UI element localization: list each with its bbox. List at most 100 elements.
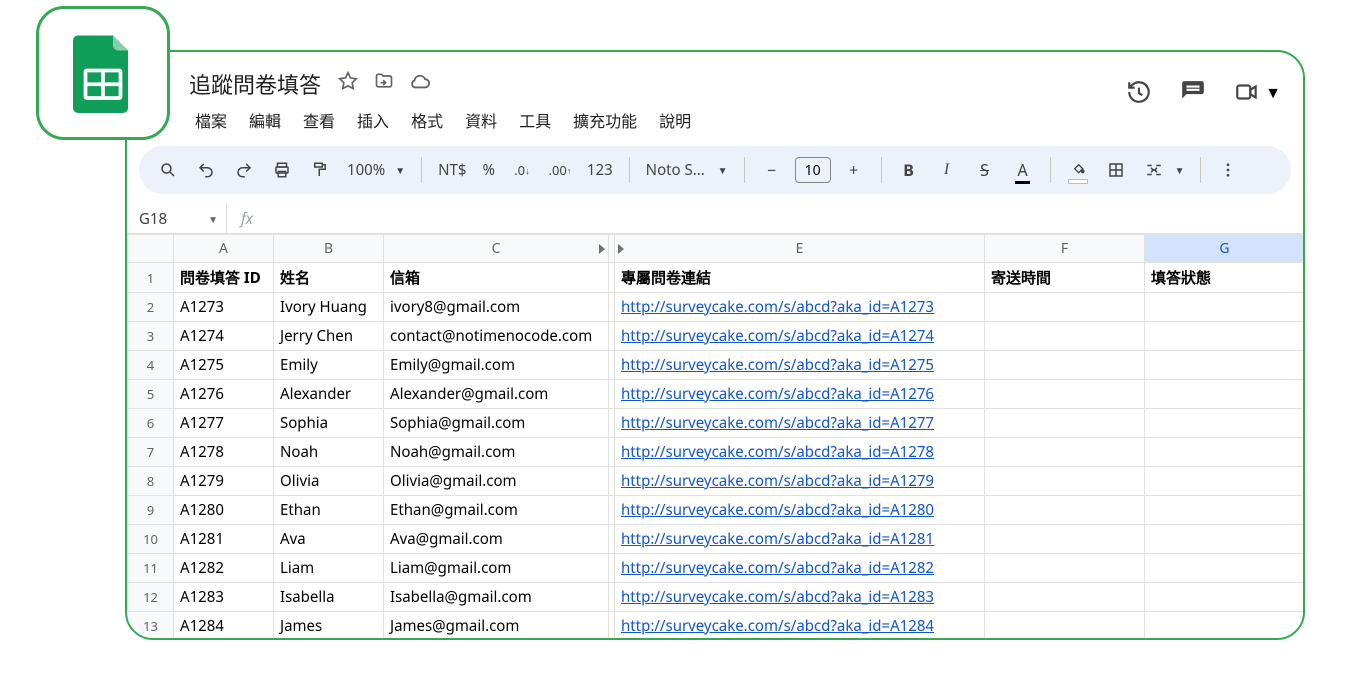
cell[interactable]: 專屬問卷連結 xyxy=(615,263,985,293)
row-header-4[interactable]: 4 xyxy=(128,351,174,380)
increase-font-size-button[interactable]: + xyxy=(839,155,869,185)
cell[interactable] xyxy=(985,380,1145,409)
meet-caret-icon[interactable]: ▼ xyxy=(1265,81,1281,103)
col-header-E[interactable]: E xyxy=(615,235,985,263)
cell[interactable]: A1279 xyxy=(174,467,274,496)
col-header-A[interactable]: A xyxy=(174,235,274,263)
menu-4[interactable]: 格式 xyxy=(401,104,453,136)
cell[interactable]: Alexander xyxy=(274,380,384,409)
cell[interactable]: Liam@gmail.com xyxy=(384,554,609,583)
cell[interactable]: http://surveycake.com/s/abcd?aka_id=A127… xyxy=(615,293,985,322)
cell[interactable] xyxy=(1145,467,1305,496)
cell[interactable] xyxy=(985,322,1145,351)
menu-5[interactable]: 資料 xyxy=(455,104,507,136)
strikethrough-button[interactable]: S xyxy=(970,155,1000,185)
formula-input[interactable] xyxy=(267,204,1291,233)
cell[interactable]: http://surveycake.com/s/abcd?aka_id=A127… xyxy=(615,322,985,351)
cell[interactable]: Alexander@gmail.com xyxy=(384,380,609,409)
cell[interactable]: Noah@gmail.com xyxy=(384,438,609,467)
cell[interactable]: James@gmail.com xyxy=(384,612,609,641)
cell[interactable] xyxy=(985,467,1145,496)
cell[interactable] xyxy=(985,438,1145,467)
survey-link[interactable]: http://surveycake.com/s/abcd?aka_id=A128… xyxy=(621,616,934,636)
col-header-F[interactable]: F xyxy=(985,235,1145,263)
row-header-12[interactable]: 12 xyxy=(128,583,174,612)
cell[interactable] xyxy=(1145,409,1305,438)
cell[interactable] xyxy=(1145,554,1305,583)
cell[interactable]: Ethan xyxy=(274,496,384,525)
name-box-caret-icon[interactable]: ▼ xyxy=(208,212,218,226)
row-header-2[interactable]: 2 xyxy=(128,293,174,322)
merge-caret-icon[interactable]: ▼ xyxy=(1175,163,1185,177)
cell[interactable]: http://surveycake.com/s/abcd?aka_id=A128… xyxy=(615,583,985,612)
cell[interactable] xyxy=(985,351,1145,380)
row-header-1[interactable]: 1 xyxy=(128,263,174,293)
name-box[interactable]: G18 ▼ xyxy=(127,204,227,233)
select-all-corner[interactable] xyxy=(128,235,174,263)
row-header-6[interactable]: 6 xyxy=(128,409,174,438)
cell[interactable]: Ethan@gmail.com xyxy=(384,496,609,525)
more-toolbar-icon[interactable] xyxy=(1213,155,1243,185)
cell[interactable]: Sophia xyxy=(274,409,384,438)
cell[interactable]: Ava xyxy=(274,525,384,554)
survey-link[interactable]: http://surveycake.com/s/abcd?aka_id=A128… xyxy=(621,529,934,549)
cell[interactable]: James xyxy=(274,612,384,641)
menu-3[interactable]: 插入 xyxy=(347,104,399,136)
decrease-decimal-icon[interactable]: .0↓ xyxy=(507,155,537,185)
cell[interactable] xyxy=(1145,322,1305,351)
menu-6[interactable]: 工具 xyxy=(509,104,561,136)
cell[interactable]: Jerry Chen xyxy=(274,322,384,351)
cell[interactable]: A1275 xyxy=(174,351,274,380)
col-header-B[interactable]: B xyxy=(274,235,384,263)
cell[interactable]: http://surveycake.com/s/abcd?aka_id=A127… xyxy=(615,467,985,496)
cell[interactable]: A1273 xyxy=(174,293,274,322)
merge-cells-button[interactable] xyxy=(1139,155,1169,185)
cell[interactable]: 姓名 xyxy=(274,263,384,293)
survey-link[interactable]: http://surveycake.com/s/abcd?aka_id=A128… xyxy=(621,558,934,578)
survey-link[interactable]: http://surveycake.com/s/abcd?aka_id=A127… xyxy=(621,442,934,462)
meet-icon[interactable] xyxy=(1233,78,1261,106)
cell[interactable]: http://surveycake.com/s/abcd?aka_id=A127… xyxy=(615,380,985,409)
row-header-7[interactable]: 7 xyxy=(128,438,174,467)
cell[interactable] xyxy=(1145,525,1305,554)
cell[interactable]: http://surveycake.com/s/abcd?aka_id=A127… xyxy=(615,438,985,467)
cell[interactable]: Ava@gmail.com xyxy=(384,525,609,554)
cell[interactable]: A1281 xyxy=(174,525,274,554)
fill-color-button[interactable] xyxy=(1063,155,1093,185)
cell[interactable]: Sophia@gmail.com xyxy=(384,409,609,438)
text-color-button[interactable]: A xyxy=(1008,155,1038,185)
cell[interactable] xyxy=(1145,583,1305,612)
cell[interactable] xyxy=(985,612,1145,641)
row-header-3[interactable]: 3 xyxy=(128,322,174,351)
survey-link[interactable]: http://surveycake.com/s/abcd?aka_id=A128… xyxy=(621,500,934,520)
cell[interactable] xyxy=(985,496,1145,525)
cell[interactable] xyxy=(985,554,1145,583)
survey-link[interactable]: http://surveycake.com/s/abcd?aka_id=A127… xyxy=(621,471,934,491)
number-format-button[interactable]: 123 xyxy=(583,160,617,180)
cell[interactable]: A1276 xyxy=(174,380,274,409)
undo-icon[interactable] xyxy=(191,155,221,185)
currency-button[interactable]: NT$ xyxy=(434,160,470,180)
comments-icon[interactable] xyxy=(1179,78,1207,106)
cell[interactable]: 信箱 xyxy=(384,263,609,293)
survey-link[interactable]: http://surveycake.com/s/abcd?aka_id=A127… xyxy=(621,384,934,404)
col-header-C[interactable]: C xyxy=(384,235,609,263)
cell[interactable] xyxy=(1145,351,1305,380)
cell[interactable]: http://surveycake.com/s/abcd?aka_id=A128… xyxy=(615,525,985,554)
cell[interactable]: 填答狀態 xyxy=(1145,263,1305,293)
menu-0[interactable]: 檔案 xyxy=(185,104,237,136)
version-history-icon[interactable] xyxy=(1125,78,1153,106)
cell[interactable]: http://surveycake.com/s/abcd?aka_id=A128… xyxy=(615,612,985,641)
menu-2[interactable]: 查看 xyxy=(293,104,345,136)
cell[interactable]: A1280 xyxy=(174,496,274,525)
italic-button[interactable]: I xyxy=(932,155,962,185)
cell[interactable]: A1282 xyxy=(174,554,274,583)
cell[interactable]: 寄送時間 xyxy=(985,263,1145,293)
cell[interactable]: A1278 xyxy=(174,438,274,467)
percent-button[interactable]: % xyxy=(478,160,498,180)
cell[interactable]: http://surveycake.com/s/abcd?aka_id=A127… xyxy=(615,351,985,380)
cell[interactable]: 問卷填答 ID xyxy=(174,263,274,293)
col-header-G[interactable]: G xyxy=(1145,235,1305,263)
cell[interactable]: Emily xyxy=(274,351,384,380)
cell[interactable]: http://surveycake.com/s/abcd?aka_id=A128… xyxy=(615,496,985,525)
